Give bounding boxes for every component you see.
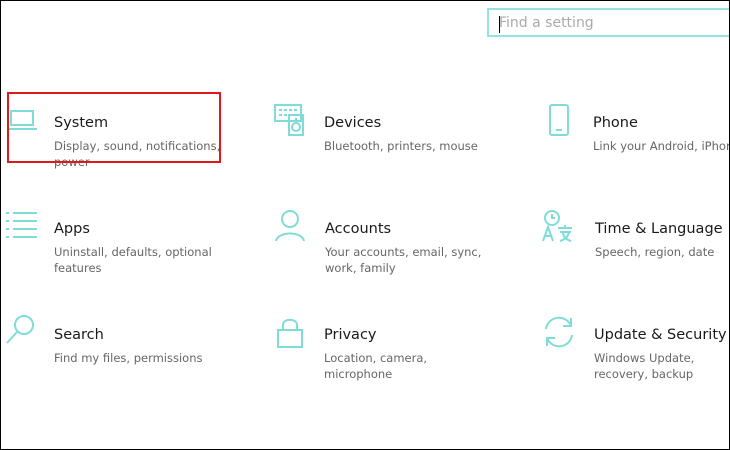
text-caret [499,16,500,33]
apps-icon [3,209,43,249]
tile-update-security[interactable]: Update & Security Windows Update, recove… [541,315,729,395]
tile-accounts[interactable]: Accounts Your accounts, email, sync, wor… [273,209,503,289]
tile-title: Devices [324,115,382,131]
tile-title: Time & Language [595,221,723,237]
tile-description: Your accounts, email, sync, work, family [325,245,482,275]
tile-system[interactable]: System Display, sound, notifications, po… [7,103,237,183]
tile-title: Accounts [325,221,392,237]
laptop-icon [5,103,45,143]
tile-search[interactable]: Search Find my files, permissions [6,315,237,395]
tile-devices[interactable]: Devices Bluetooth, printers, mouse [273,103,503,183]
search-icon [3,315,43,355]
tile-description: Location, camera, microphone [324,351,428,381]
tile-phone[interactable]: Phone Link your Android, iPhone [541,103,730,183]
tile-description: Speech, region, date [595,245,715,259]
tile-title: Phone [593,115,638,131]
accounts-icon [273,209,313,249]
phone-icon [541,103,581,143]
tile-time-language[interactable]: Time & Language Speech, region, date [541,209,729,289]
tile-apps[interactable]: Apps Uninstall, defaults, optional featu… [6,209,237,289]
tile-privacy[interactable]: Privacy Location, camera, microphone [273,315,503,395]
time-language-icon [541,209,581,249]
tile-title: Update & Security [594,327,727,343]
devices-icon [273,103,313,143]
search-box[interactable] [487,8,729,37]
update-icon [541,315,581,355]
search-input[interactable] [489,10,729,35]
settings-window: System Display, sound, notifications, po… [0,0,730,450]
lock-icon [273,315,313,355]
tile-description: Bluetooth, printers, mouse [324,139,478,153]
tile-title: Privacy [324,327,377,343]
tile-description: Uninstall, defaults, optional features [54,245,212,275]
tile-title: Apps [54,221,90,237]
tile-description: Windows Update, recovery, backup [594,351,695,381]
tile-description: Display, sound, notifications, power [54,139,221,169]
tile-description: Link your Android, iPhone [593,139,730,153]
tile-title: Search [54,327,104,343]
tile-title: System [54,115,109,131]
tile-description: Find my files, permissions [54,351,203,365]
